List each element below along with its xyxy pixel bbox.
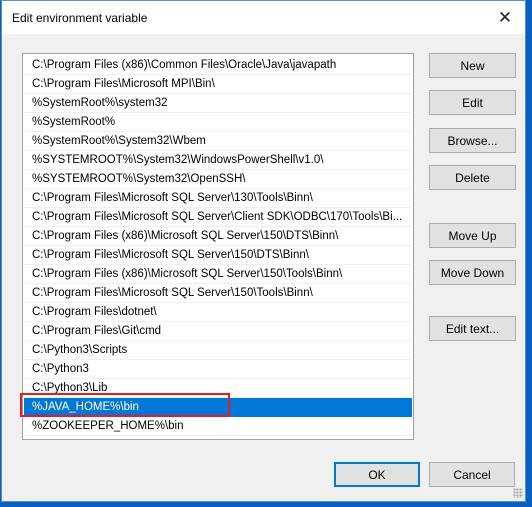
new-button[interactable]: New: [429, 53, 516, 78]
list-item[interactable]: C:\Program Files\Microsoft SQL Server\15…: [24, 246, 412, 265]
list-item[interactable]: C:\Program Files\Git\cmd: [24, 322, 412, 341]
resize-grip[interactable]: [513, 488, 523, 498]
title-bar: Edit environment variable ✕: [2, 1, 525, 34]
list-item[interactable]: C:\Python3\Lib: [24, 379, 412, 398]
list-item[interactable]: C:\Program Files\Microsoft SQL Server\13…: [24, 189, 412, 208]
list-item[interactable]: C:\Python3: [24, 360, 412, 379]
list-item[interactable]: C:\Program Files\dotnet\: [24, 303, 412, 322]
list-item[interactable]: %JAVA_HOME%\bin: [24, 398, 412, 417]
edit-button[interactable]: Edit: [429, 90, 516, 115]
path-entries-list[interactable]: C:\Program Files (x86)\Common Files\Orac…: [22, 53, 414, 440]
list-item[interactable]: %SystemRoot%\System32\Wbem: [24, 132, 412, 151]
list-item[interactable]: %SYSTEMROOT%\System32\OpenSSH\: [24, 170, 412, 189]
edit-environment-variable-dialog: Edit environment variable ✕ C:\Program F…: [1, 0, 526, 502]
browse-button[interactable]: Browse...: [429, 128, 516, 153]
list-item[interactable]: %SystemRoot%: [24, 113, 412, 132]
dialog-title: Edit environment variable: [12, 11, 148, 25]
close-button[interactable]: ✕: [485, 1, 525, 34]
list-item[interactable]: C:\Program Files\Microsoft SQL Server\15…: [24, 284, 412, 303]
list-item[interactable]: C:\Program Files (x86)\Microsoft SQL Ser…: [24, 227, 412, 246]
list-item[interactable]: C:\Python3\Scripts: [24, 341, 412, 360]
delete-button[interactable]: Delete: [429, 165, 516, 190]
ok-button[interactable]: OK: [334, 462, 420, 487]
move-down-button[interactable]: Move Down: [429, 260, 516, 285]
cancel-button[interactable]: Cancel: [429, 462, 515, 487]
list-item[interactable]: C:\Program Files\Microsoft MPI\Bin\: [24, 75, 412, 94]
list-item[interactable]: C:\Program Files (x86)\Microsoft SQL Ser…: [24, 265, 412, 284]
move-up-button[interactable]: Move Up: [429, 223, 516, 248]
list-item[interactable]: C:\Program Files\Microsoft SQL Server\Cl…: [24, 208, 412, 227]
list-item[interactable]: %SystemRoot%\system32: [24, 94, 412, 113]
edit-text-button[interactable]: Edit text...: [429, 316, 516, 341]
list-item[interactable]: %ZOOKEEPER_HOME%\bin: [24, 417, 412, 436]
close-icon: ✕: [497, 7, 513, 27]
list-item[interactable]: %SYSTEMROOT%\System32\WindowsPowerShell\…: [24, 151, 412, 170]
list-item[interactable]: C:\Program Files (x86)\Common Files\Orac…: [24, 56, 412, 75]
